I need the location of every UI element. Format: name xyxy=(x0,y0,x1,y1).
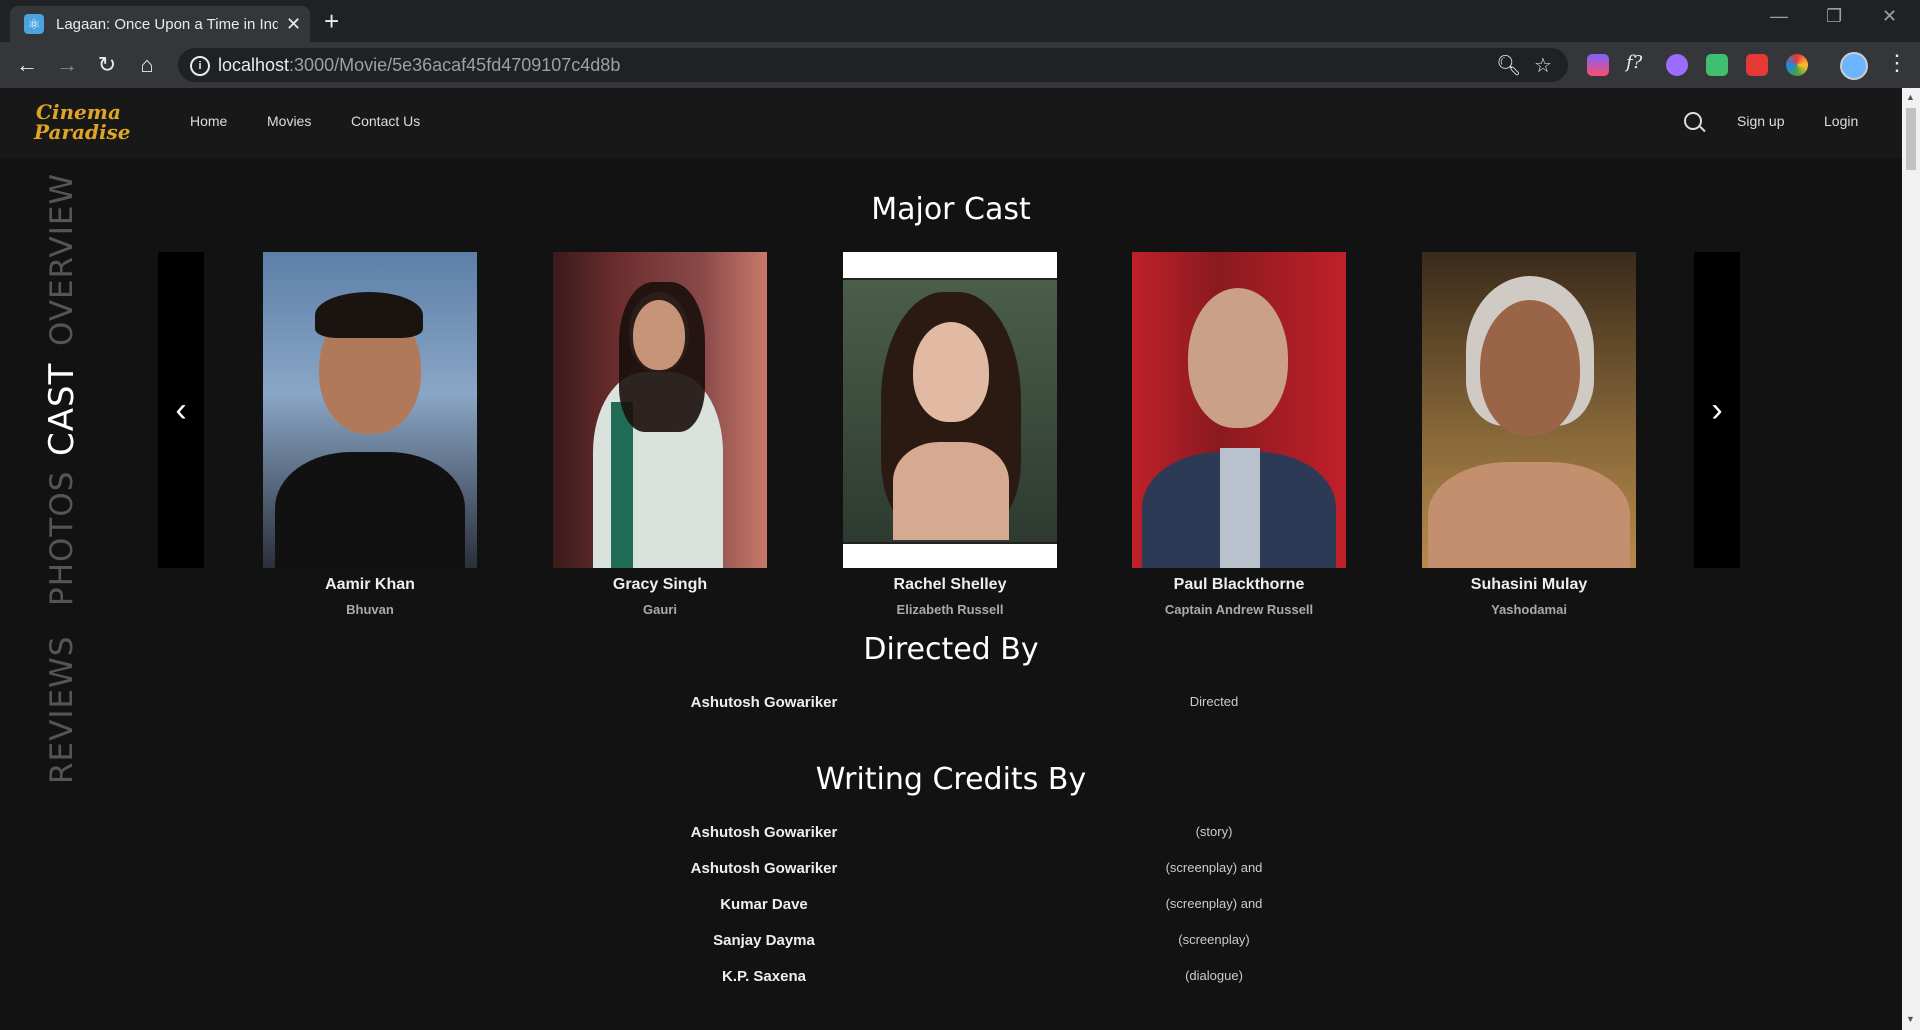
cast-card[interactable]: Rachel Shelley Elizabeth Russell xyxy=(843,252,1057,617)
extension-6-icon[interactable] xyxy=(1786,54,1808,76)
credit-name: Ashutosh Gowariker xyxy=(690,694,838,711)
credit-row: Ashutosh Gowariker (story) xyxy=(0,824,1902,860)
minimize-icon[interactable]: — xyxy=(1770,6,1788,27)
site-logo[interactable]: Cinema Paradise xyxy=(34,100,131,144)
profile-avatar[interactable] xyxy=(1840,52,1868,80)
reload-icon[interactable]: ↻ xyxy=(94,52,120,78)
credit-row: Ashutosh Gowariker Directed xyxy=(0,694,1902,730)
credit-role: (screenplay) and xyxy=(1165,860,1263,875)
cast-card[interactable]: Suhasini Mulay Yashodamai xyxy=(1422,252,1636,617)
credit-name: Kumar Dave xyxy=(720,896,808,913)
side-tab-cast[interactable]: CAST xyxy=(42,363,82,456)
credit-row: Sanjay Dayma (screenplay) xyxy=(0,932,1902,968)
cast-photo xyxy=(263,252,477,568)
credit-role: (story) xyxy=(1195,824,1233,839)
cast-role: Elizabeth Russell xyxy=(896,602,1004,617)
credit-role: (dialogue) xyxy=(1185,968,1243,983)
cast-name: Paul Blackthorne xyxy=(1173,576,1305,593)
browser-menu-icon[interactable]: ⋮ xyxy=(1886,50,1908,76)
credit-role: (screenplay) and xyxy=(1165,896,1263,911)
side-tab-photos[interactable]: PHOTOS xyxy=(44,471,80,606)
cast-photo xyxy=(843,252,1057,568)
browser-toolbar: ← → ↻ ⌂ i localhost:3000/Movie/5e36acaf4… xyxy=(0,42,1920,88)
cast-card[interactable]: Gracy Singh Gauri xyxy=(553,252,767,617)
scroll-thumb[interactable] xyxy=(1906,108,1916,170)
nav-movies[interactable]: Movies xyxy=(267,113,311,129)
credit-name: Ashutosh Gowariker xyxy=(690,860,838,877)
cast-role: Yashodamai xyxy=(1491,602,1567,617)
scroll-down-icon[interactable]: ▼ xyxy=(1906,1014,1915,1024)
extension-3-icon[interactable] xyxy=(1666,54,1688,76)
credit-name: Sanjay Dayma xyxy=(713,932,815,949)
info-icon[interactable]: i xyxy=(190,56,210,76)
site-navbar: Cinema Paradise Home Movies Contact Us S… xyxy=(0,88,1902,158)
nav-home[interactable]: Home xyxy=(190,113,227,129)
browser-tab[interactable]: ⚛ Lagaan: Once Upon a Time in Ind ✕ xyxy=(10,6,310,42)
cast-card[interactable]: Aamir Khan Bhuvan xyxy=(263,252,477,617)
react-favicon-icon: ⚛ xyxy=(24,14,44,34)
close-window-icon[interactable]: ✕ xyxy=(1882,6,1897,27)
carousel-prev-icon[interactable]: ‹ xyxy=(158,252,204,568)
extension-1-icon[interactable] xyxy=(1587,54,1609,76)
close-tab-icon[interactable]: ✕ xyxy=(286,14,301,35)
search-icon[interactable] xyxy=(1684,112,1702,130)
browser-tab-strip: ⚛ Lagaan: Once Upon a Time in Ind ✕ + — … xyxy=(0,0,1920,42)
cast-role: Bhuvan xyxy=(346,602,394,617)
signup-link[interactable]: Sign up xyxy=(1737,113,1784,129)
cast-name: Gracy Singh xyxy=(612,576,708,593)
home-icon[interactable]: ⌂ xyxy=(134,52,160,78)
scroll-up-icon[interactable]: ▲ xyxy=(1906,92,1915,102)
restore-icon[interactable]: ❐ xyxy=(1826,6,1842,27)
forward-icon[interactable]: → xyxy=(54,52,80,78)
writing-credits-title: Writing Credits By xyxy=(815,762,1087,797)
nav-contact[interactable]: Contact Us xyxy=(351,113,420,129)
extension-5-icon[interactable] xyxy=(1746,54,1768,76)
directed-by-title: Directed By xyxy=(863,632,1039,667)
credit-name: Ashutosh Gowariker xyxy=(690,824,838,841)
extension-4-icon[interactable] xyxy=(1706,54,1728,76)
cast-photo xyxy=(553,252,767,568)
cast-name: Rachel Shelley xyxy=(893,576,1007,593)
carousel-next-icon[interactable]: › xyxy=(1694,252,1740,568)
credit-name: K.P. Saxena xyxy=(722,968,806,985)
logo-line1: Cinema xyxy=(36,100,121,124)
cast-name: Suhasini Mulay xyxy=(1470,576,1588,593)
credit-row: K.P. Saxena (dialogue) xyxy=(0,968,1902,1004)
cast-photo xyxy=(1132,252,1346,568)
logo-line2: Paradise xyxy=(34,120,131,144)
cast-role: Captain Andrew Russell xyxy=(1164,602,1314,617)
url-host: localhost xyxy=(218,55,290,75)
url-path: :3000/Movie/5e36acaf45fd4709107c4d8b xyxy=(289,55,621,75)
cast-role: Gauri xyxy=(643,602,677,617)
page-scrollbar[interactable]: ▲ ▼ xyxy=(1902,88,1920,1030)
cast-photo xyxy=(1422,252,1636,568)
credit-role: (screenplay) xyxy=(1178,932,1250,947)
zoom-icon[interactable]: 🔍︎ xyxy=(1496,53,1521,78)
credit-row: Kumar Dave (screenplay) and xyxy=(0,896,1902,932)
login-link[interactable]: Login xyxy=(1824,113,1858,129)
new-tab-icon[interactable]: + xyxy=(324,6,339,36)
address-bar[interactable]: i localhost:3000/Movie/5e36acaf45fd47091… xyxy=(178,48,1568,82)
extension-fx-icon[interactable]: f? xyxy=(1626,52,1642,73)
credit-row: Ashutosh Gowariker (screenplay) and xyxy=(0,860,1902,896)
major-cast-title: Major Cast xyxy=(871,192,1031,227)
cast-name: Aamir Khan xyxy=(325,576,415,593)
cast-card[interactable]: Paul Blackthorne Captain Andrew Russell xyxy=(1132,252,1346,617)
bookmark-star-icon[interactable]: ☆ xyxy=(1534,53,1552,78)
page-content: Cinema Paradise Home Movies Contact Us S… xyxy=(0,88,1902,1030)
back-icon[interactable]: ← xyxy=(14,52,40,78)
tab-title: Lagaan: Once Upon a Time in Ind xyxy=(56,15,278,33)
credit-role: Directed xyxy=(1189,694,1239,709)
